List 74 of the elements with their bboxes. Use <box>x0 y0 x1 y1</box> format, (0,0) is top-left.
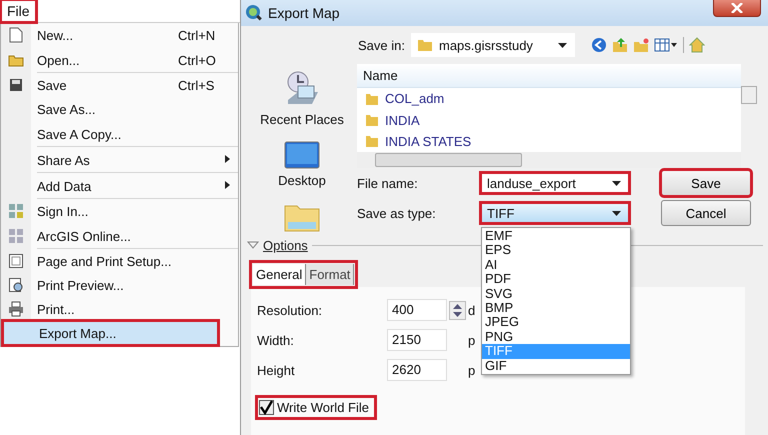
file-name-field[interactable]: landuse_export <box>481 173 629 193</box>
folder-icon <box>365 92 379 106</box>
folder-icon <box>365 134 379 148</box>
close-button[interactable] <box>713 0 761 17</box>
column-header[interactable]: Name <box>357 68 398 84</box>
dropdown-option[interactable]: PNG <box>482 330 630 344</box>
menu-item[interactable]: Export Map... <box>3 321 218 345</box>
input-field[interactable]: 400 <box>387 299 447 321</box>
input-field[interactable]: 2620 <box>387 359 447 381</box>
dropdown-option[interactable]: EPS <box>482 243 630 258</box>
folder-icon <box>365 113 379 128</box>
folder-item[interactable]: INDIA <box>357 109 741 131</box>
save-as-type-label: Save as type: <box>357 206 437 220</box>
dropdown-arrow-icon <box>612 210 621 216</box>
grid-icon <box>8 228 24 244</box>
unit-label: d <box>468 302 476 318</box>
dropdown-option[interactable]: EMF <box>482 229 630 244</box>
menu-item[interactable]: Sign In... <box>1 199 238 223</box>
dropdown-option[interactable]: PDF <box>482 272 630 287</box>
save-as-type-dropdown[interactable]: TIFF <box>481 203 629 223</box>
grid-lock-icon <box>8 203 24 219</box>
dropdown-option[interactable]: SVG <box>482 286 630 301</box>
globe-search-icon <box>245 4 263 22</box>
view-menu-icon[interactable] <box>654 37 678 53</box>
dropdown-option[interactable]: BMP <box>482 300 630 316</box>
folder-icon <box>8 53 24 67</box>
print-preview-icon <box>8 277 24 293</box>
desktop-icon <box>284 141 320 171</box>
back-icon[interactable] <box>591 37 607 53</box>
folder-icon <box>417 37 433 53</box>
home-icon[interactable] <box>689 37 705 53</box>
place-shortcut[interactable]: Desktop <box>278 141 326 198</box>
page-setup-icon <box>8 253 24 269</box>
save-in-label: Save in: <box>357 38 405 52</box>
menu-item[interactable]: Print Preview... <box>1 273 238 297</box>
unit-label: p <box>468 332 476 348</box>
folder-item[interactable]: COL_adm <box>357 88 741 110</box>
expand-triangle-icon[interactable] <box>247 241 259 249</box>
options-toggle[interactable]: Options <box>263 238 308 252</box>
dropdown-arrow-icon <box>558 42 567 48</box>
save-button[interactable]: Save <box>661 170 751 196</box>
field-label: Height <box>257 362 296 378</box>
spinner-buttons[interactable] <box>449 300 466 320</box>
menu-item[interactable]: New... Ctrl+N <box>1 23 238 47</box>
folder-item[interactable]: INDIA STATES <box>357 130 741 152</box>
menu-item[interactable]: Print... <box>1 297 238 321</box>
checkbox-icon[interactable] <box>259 400 274 415</box>
new-folder-icon[interactable] <box>633 37 649 53</box>
up-folder-icon[interactable] <box>612 37 628 53</box>
dropdown-option[interactable]: JPEG <box>482 315 630 330</box>
tab[interactable]: Format <box>306 264 354 285</box>
menu-item[interactable]: Page and Print Setup... <box>1 249 238 273</box>
submenu-arrow-icon <box>225 181 230 189</box>
save-in-dropdown[interactable]: maps.gisrsstudy <box>411 33 575 57</box>
printer-icon <box>8 301 24 317</box>
field-label: Width: <box>257 332 295 348</box>
file-name-label: File name: <box>357 176 419 190</box>
tab[interactable]: General <box>253 264 306 285</box>
write-world-file-checkbox[interactable]: Write World File <box>257 397 375 418</box>
window-title: Export Map <box>268 5 341 21</box>
cancel-button[interactable]: Cancel <box>661 200 751 226</box>
submenu-arrow-icon <box>225 155 230 163</box>
dropdown-option[interactable]: GIF <box>482 358 630 373</box>
file-menu-title[interactable]: File <box>1 0 36 22</box>
menu-item[interactable]: Save As... <box>1 97 238 121</box>
input-field[interactable]: 2150 <box>387 329 447 351</box>
field-label: Resolution: <box>257 302 324 318</box>
page-icon <box>9 27 23 43</box>
dropdown-arrow-icon <box>612 180 621 186</box>
close-icon <box>731 3 743 13</box>
place-shortcut[interactable]: Recent Places <box>260 70 344 137</box>
menu-item[interactable]: Save Ctrl+S <box>1 73 238 97</box>
unit-label: p <box>468 362 476 378</box>
dropdown-option[interactable]: AI <box>482 258 630 272</box>
